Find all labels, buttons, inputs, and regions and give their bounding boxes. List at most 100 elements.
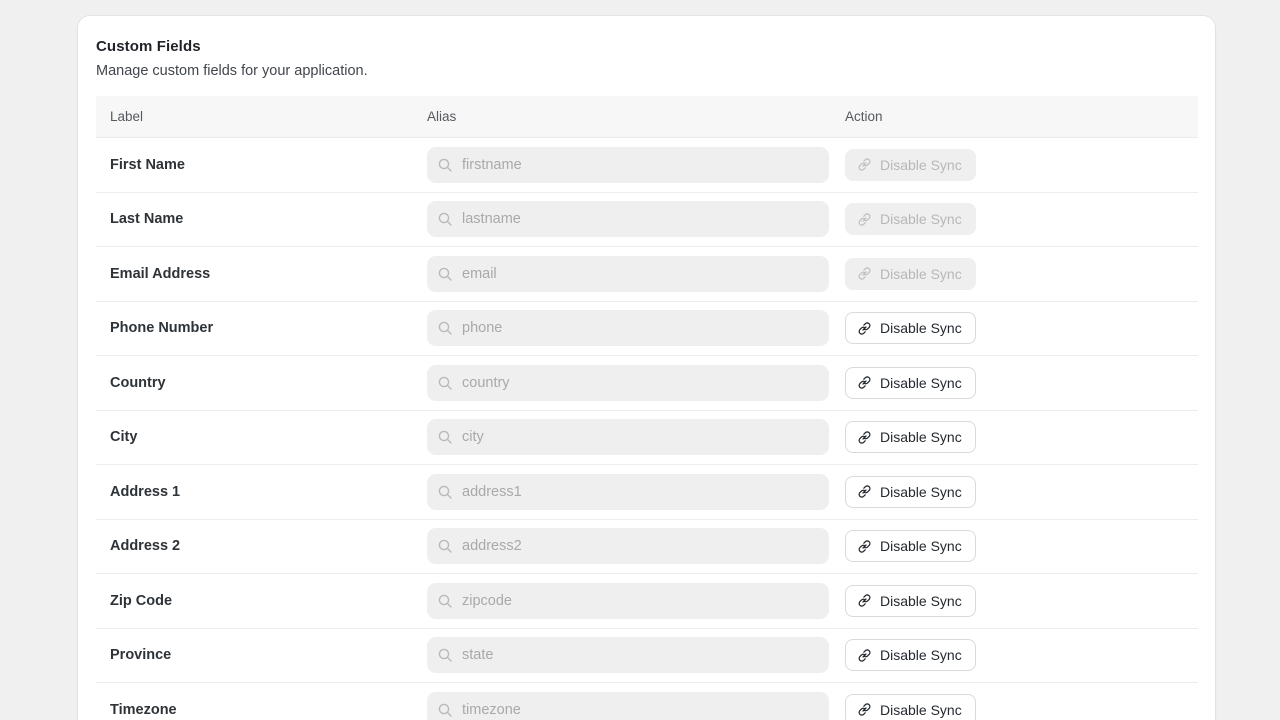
link-icon (858, 376, 871, 389)
field-alias-cell: email (427, 255, 845, 292)
table-row: Email Address email Disable Sync (96, 247, 1198, 302)
column-header-action: Action (845, 109, 883, 124)
field-alias-cell: timezone (427, 691, 845, 720)
alias-input[interactable]: city (427, 419, 829, 456)
table-body: First Name firstname Disable Sync Last N… (96, 138, 1198, 720)
card-header: Custom Fields Manage custom fields for y… (78, 16, 1215, 80)
field-action-cell: Disable Sync (845, 148, 1198, 181)
table-row: Address 1 address1 Disable Sync (96, 465, 1198, 520)
alias-input[interactable]: lastname (427, 201, 829, 238)
field-label: Address 2 (110, 538, 181, 555)
link-icon (858, 703, 871, 716)
disable-sync-button[interactable]: Disable Sync (845, 530, 976, 563)
disable-sync-button[interactable]: Disable Sync (845, 639, 976, 672)
field-alias-cell: firstname (427, 146, 845, 183)
disable-sync-button[interactable]: Disable Sync (845, 366, 976, 399)
link-icon (858, 213, 871, 226)
field-label: Phone Number (110, 320, 214, 337)
table-row: Country country Disable Sync (96, 356, 1198, 411)
alias-input[interactable]: country (427, 364, 829, 401)
field-alias-cell: phone (427, 310, 845, 347)
search-icon (438, 158, 452, 172)
table-row: City city Disable Sync (96, 411, 1198, 465)
column-header-alias: Alias (427, 109, 457, 124)
alias-placeholder-text: country (462, 374, 510, 391)
disable-sync-button-label: Disable Sync (880, 429, 962, 446)
field-label: Address 1 (110, 483, 181, 500)
field-action-cell: Disable Sync (845, 421, 1198, 454)
field-alias-cell: lastname (427, 201, 845, 238)
link-icon (858, 594, 871, 607)
alias-input[interactable]: address2 (427, 528, 829, 565)
disable-sync-button-label: Disable Sync (880, 156, 962, 173)
field-label: First Name (110, 156, 185, 173)
field-action-cell: Disable Sync (845, 366, 1198, 399)
alias-placeholder-text: city (462, 429, 484, 445)
link-icon (858, 540, 871, 553)
alias-placeholder-text: lastname (462, 211, 521, 227)
link-icon (858, 431, 871, 444)
disable-sync-button-label: Disable Sync (880, 483, 962, 500)
custom-fields-card: Custom Fields Manage custom fields for y… (78, 16, 1215, 720)
disable-sync-button[interactable]: Disable Sync (845, 312, 976, 345)
alias-input[interactable]: address1 (427, 473, 829, 510)
page-title: Custom Fields (96, 38, 201, 55)
search-icon (438, 212, 452, 226)
field-label: Country (110, 374, 166, 391)
column-header-label: Label (110, 109, 144, 124)
disable-sync-button-label: Disable Sync (880, 374, 962, 391)
alias-placeholder-text: email (462, 265, 497, 282)
field-label: City (110, 429, 138, 446)
field-action-cell: Disable Sync (845, 639, 1198, 672)
alias-input[interactable]: state (427, 637, 829, 674)
search-icon (438, 594, 452, 608)
field-alias-cell: city (427, 419, 845, 456)
field-action-cell: Disable Sync (845, 530, 1198, 563)
alias-input[interactable]: timezone (427, 691, 829, 720)
link-icon (858, 158, 871, 171)
field-label: Zip Code (110, 592, 173, 609)
alias-placeholder-text: state (462, 647, 494, 663)
table-row: First Name firstname Disable Sync (96, 138, 1198, 193)
search-icon (438, 376, 452, 390)
field-alias-cell: zipcode (427, 582, 845, 619)
link-icon (858, 649, 871, 662)
table-row: Zip Code zipcode Disable Sync (96, 574, 1198, 629)
alias-placeholder-text: timezone (462, 701, 521, 718)
table-row: Province state Disable Sync (96, 629, 1198, 683)
disable-sync-button-label: Disable Sync (880, 211, 962, 228)
disable-sync-button[interactable]: Disable Sync (845, 421, 976, 454)
disable-sync-button: Disable Sync (845, 203, 976, 236)
field-action-cell: Disable Sync (845, 257, 1198, 290)
field-action-cell: Disable Sync (845, 475, 1198, 508)
search-icon (438, 485, 452, 499)
alias-input[interactable]: phone (427, 310, 829, 347)
disable-sync-button-label: Disable Sync (880, 265, 962, 282)
table-row: Last Name lastname Disable Sync (96, 193, 1198, 247)
field-label: Province (110, 647, 172, 664)
alias-placeholder-text: firstname (462, 156, 522, 173)
alias-placeholder-text: address2 (462, 538, 522, 554)
disable-sync-button-label: Disable Sync (880, 538, 962, 555)
disable-sync-button-label: Disable Sync (880, 320, 962, 337)
alias-input[interactable]: firstname (427, 146, 829, 183)
link-icon (858, 322, 871, 335)
field-alias-cell: state (427, 637, 845, 674)
alias-input[interactable]: email (427, 255, 829, 292)
field-action-cell: Disable Sync (845, 693, 1198, 720)
field-action-cell: Disable Sync (845, 312, 1198, 345)
table-header-row: Label Alias Action (96, 96, 1198, 138)
field-label: Email Address (110, 265, 211, 282)
search-icon (438, 267, 452, 281)
field-alias-cell: address1 (427, 473, 845, 510)
disable-sync-button[interactable]: Disable Sync (845, 693, 976, 720)
search-icon (438, 539, 452, 553)
alias-input[interactable]: zipcode (427, 582, 829, 619)
disable-sync-button[interactable]: Disable Sync (845, 584, 976, 617)
search-icon (438, 703, 452, 717)
link-icon (858, 485, 871, 498)
disable-sync-button-label: Disable Sync (880, 701, 962, 718)
disable-sync-button[interactable]: Disable Sync (845, 475, 976, 508)
link-icon (858, 267, 871, 280)
search-icon (438, 648, 452, 662)
